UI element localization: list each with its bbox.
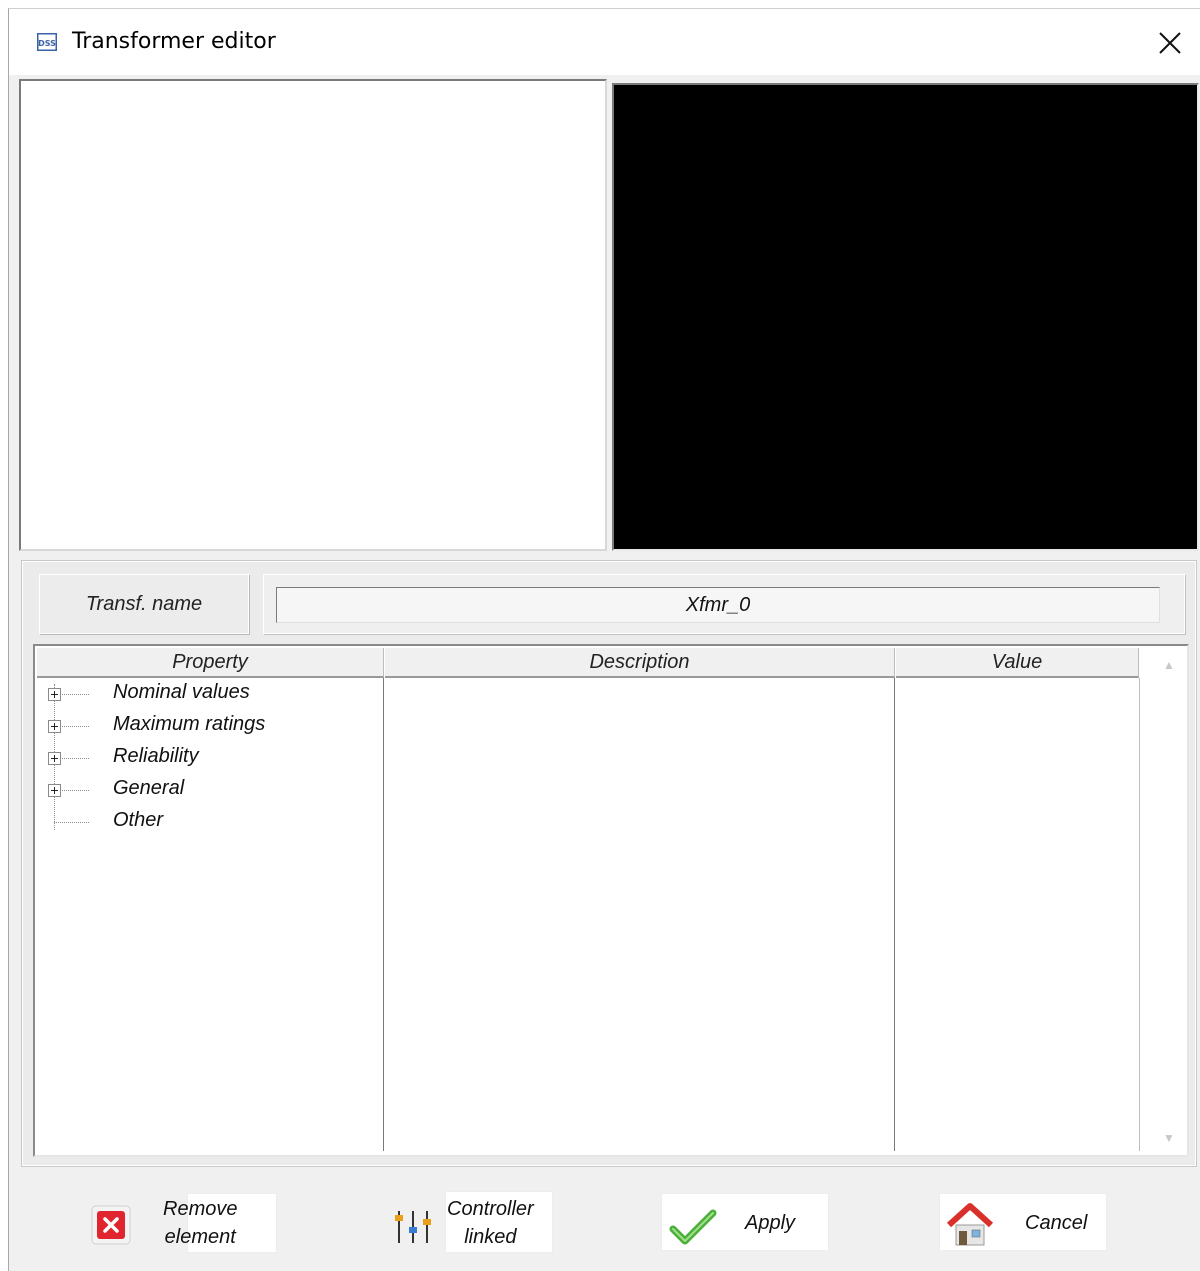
controller-linked-button[interactable]: Controller linked: [381, 1187, 581, 1259]
tree-item-nominal-values[interactable]: Nominal values: [35, 678, 375, 708]
tree-item-label: Nominal values: [113, 681, 250, 703]
tree-item-label: General: [113, 777, 185, 799]
remove-element-label: Remove element: [163, 1195, 237, 1251]
column-divider: [894, 678, 895, 1151]
tree-connector: [62, 758, 89, 759]
home-icon: [945, 1201, 995, 1254]
apply-label: Apply: [745, 1212, 796, 1234]
tree-item-general[interactable]: General: [35, 774, 375, 804]
tree-connector: [54, 822, 89, 823]
tree-connector: [62, 694, 89, 695]
apply-button[interactable]: Apply: [661, 1187, 831, 1259]
expand-plus-icon[interactable]: [48, 720, 61, 733]
controller-label-line1: Controller: [447, 1198, 534, 1220]
property-grid: Property Description Value Nominal value…: [33, 644, 1189, 1157]
scroll-down-arrow-icon[interactable]: ▼: [1153, 1125, 1185, 1151]
svg-text:DSS: DSS: [38, 39, 56, 48]
remove-label-line1: Remove: [163, 1198, 238, 1220]
tree-item-label: Other: [113, 809, 164, 831]
tree-item-label: Maximum ratings: [113, 713, 266, 735]
expand-plus-icon[interactable]: [48, 688, 61, 701]
column-divider: [383, 678, 384, 1151]
preview-pane-right: [612, 83, 1199, 551]
expand-plus-icon[interactable]: [48, 784, 61, 797]
cancel-button[interactable]: Cancel: [939, 1187, 1109, 1259]
tree-item-maximum-ratings[interactable]: Maximum ratings: [35, 710, 375, 740]
title-bar: DSS Transformer editor: [9, 9, 1200, 75]
tree-item-other[interactable]: Other: [35, 806, 375, 836]
transformer-editor-window: DSS Transformer editor Transf. name Xfmr…: [8, 8, 1200, 1271]
window-title: Transformer editor: [72, 29, 276, 54]
properties-panel: Transf. name Xfmr_0 Property Description…: [22, 561, 1196, 1166]
dss-app-icon: DSS: [37, 33, 57, 51]
controller-label-line2: linked: [464, 1226, 517, 1248]
tree-connector: [62, 726, 89, 727]
checkmark-icon: [669, 1207, 717, 1252]
transf-name-label: Transf. name: [39, 574, 249, 634]
column-divider: [1139, 678, 1140, 1151]
expand-plus-icon[interactable]: [48, 752, 61, 765]
scroll-up-arrow-icon[interactable]: ▲: [1153, 652, 1185, 678]
transf-name-field[interactable]: Xfmr_0: [276, 587, 1160, 623]
remove-label-line2: element: [164, 1226, 236, 1248]
remove-element-button[interactable]: Remove element: [77, 1187, 277, 1259]
sliders-icon: [391, 1207, 435, 1252]
controller-linked-label: Controller linked: [447, 1195, 534, 1251]
preview-pane-left: [19, 79, 607, 551]
remove-icon: [91, 1205, 131, 1250]
close-icon[interactable]: [1146, 23, 1194, 63]
tree-item-label: Reliability: [113, 745, 199, 767]
cancel-label: Cancel: [1025, 1212, 1088, 1234]
column-header-property[interactable]: Property: [37, 648, 384, 678]
column-header-description[interactable]: Description: [385, 648, 895, 678]
transf-name-field-wrap: Xfmr_0: [263, 574, 1185, 634]
vertical-scrollbar[interactable]: ▲ ▼: [1153, 648, 1185, 1153]
column-header-value[interactable]: Value: [896, 648, 1139, 678]
tree-connector: [62, 790, 89, 791]
tree-item-reliability[interactable]: Reliability: [35, 742, 375, 772]
